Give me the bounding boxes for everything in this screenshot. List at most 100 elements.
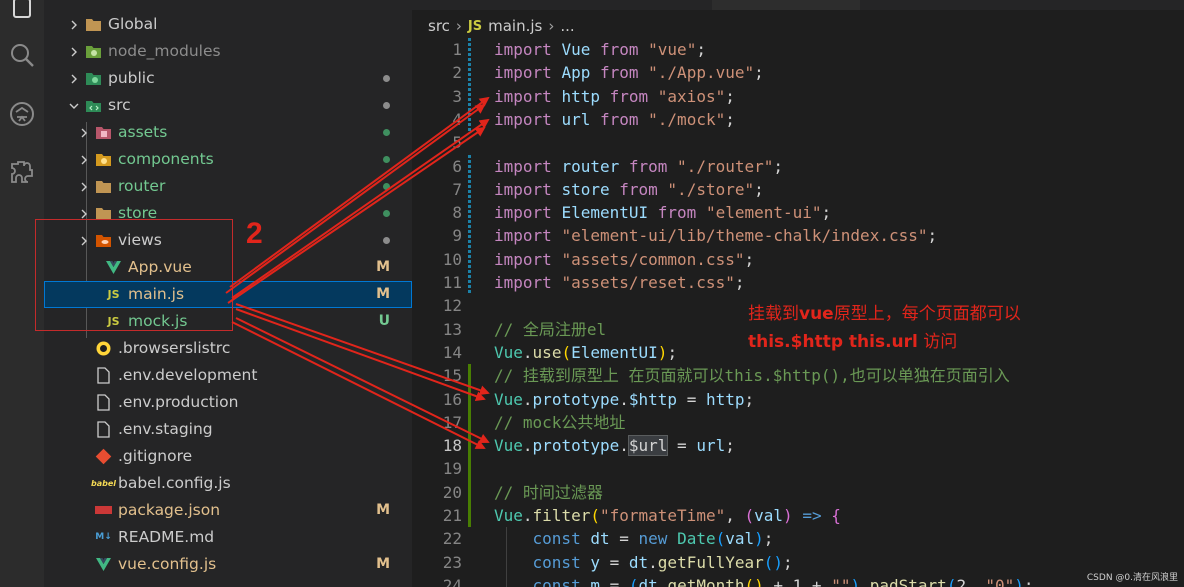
breadcrumb-file[interactable]: main.js bbox=[488, 17, 542, 35]
tree-item[interactable]: node_modules bbox=[44, 38, 412, 65]
tree-item[interactable]: babel babel.config.js bbox=[44, 470, 412, 497]
tree-item[interactable]: router bbox=[44, 173, 412, 200]
code-token: import bbox=[494, 156, 552, 176]
public-folder-icon bbox=[85, 70, 102, 87]
code-line[interactable]: import "element-ui/lib/theme-chalk/index… bbox=[494, 224, 937, 247]
code-line[interactable]: import url from "./mock"; bbox=[494, 108, 735, 131]
added-lines-marker[interactable] bbox=[468, 364, 471, 528]
code-token: = bbox=[667, 436, 697, 456]
code-line[interactable]: const m = (dt.getMonth() + 1 + "").padSt… bbox=[494, 574, 1034, 587]
tree-item-label: .env.production bbox=[118, 393, 239, 411]
browserslist-icon bbox=[95, 340, 112, 357]
chevron-right-icon[interactable] bbox=[76, 173, 92, 200]
code-token: from bbox=[599, 109, 639, 129]
code-line[interactable]: import store from "./store"; bbox=[494, 178, 764, 201]
code-line[interactable]: const dt = new Date(val); bbox=[494, 527, 774, 550]
tree-item[interactable]: vue.config.js M bbox=[44, 551, 412, 578]
code-token: ; bbox=[667, 342, 678, 362]
code-token: . bbox=[522, 389, 533, 409]
chevron-right-icon[interactable] bbox=[66, 65, 82, 92]
code-token: getMonth bbox=[667, 575, 745, 587]
code-token: prototype bbox=[532, 436, 620, 456]
code-line[interactable]: import "assets/common.css"; bbox=[494, 248, 754, 271]
tree-item[interactable]: .gitignore bbox=[44, 443, 412, 470]
code-token: "0" bbox=[985, 575, 1015, 587]
code-token: ElementUI bbox=[561, 203, 649, 223]
code-token: . bbox=[648, 552, 658, 572]
code-token: filter bbox=[532, 506, 591, 525]
tree-item[interactable]: .env.production bbox=[44, 389, 412, 416]
folder-icon bbox=[95, 178, 112, 195]
tree-item-label: src bbox=[108, 96, 131, 114]
git-status-badge: U bbox=[378, 313, 390, 329]
tree-item[interactable]: assets bbox=[44, 119, 412, 146]
line-number: 11 bbox=[442, 273, 462, 292]
tree-item[interactable]: package.json M bbox=[44, 497, 412, 524]
breadcrumb-symbol[interactable]: ... bbox=[560, 17, 574, 35]
explorer-icon[interactable] bbox=[0, 0, 44, 30]
breadcrumb-src[interactable]: src bbox=[428, 17, 450, 35]
tree-item[interactable]: M↓ README.md bbox=[44, 524, 412, 551]
code-line[interactable]: import Vue from "vue"; bbox=[494, 38, 706, 61]
tree-item[interactable]: src bbox=[44, 92, 412, 119]
code-token: url bbox=[696, 436, 726, 456]
md-icon: M↓ bbox=[95, 532, 112, 542]
line-number: 4 bbox=[452, 109, 462, 129]
code-line[interactable]: import "assets/reset.css"; bbox=[494, 271, 744, 294]
editor-pane: src › JS main.js › ... 1 import Vue from … bbox=[412, 0, 1184, 587]
tree-item[interactable]: .env.staging bbox=[44, 416, 412, 443]
source-control-icon[interactable] bbox=[0, 92, 44, 136]
tree-item[interactable]: components bbox=[44, 146, 412, 173]
search-icon[interactable] bbox=[0, 33, 44, 77]
code-line[interactable]: Vue.filter("formateTime", (val) => { bbox=[494, 504, 841, 527]
code-line[interactable]: import ElementUI from "element-ui"; bbox=[494, 201, 831, 224]
code-line[interactable]: // 全局注册el bbox=[494, 318, 606, 341]
tree-item-label: vue.config.js bbox=[118, 555, 217, 573]
tree-item[interactable]: .browserslistrc bbox=[44, 335, 412, 362]
modified-lines-marker[interactable] bbox=[468, 154, 471, 295]
git-status-badge: M bbox=[376, 556, 390, 572]
editor-tab[interactable] bbox=[712, 0, 860, 10]
code-line[interactable]: // mock公共地址 bbox=[494, 411, 625, 434]
code-token: "axios" bbox=[657, 86, 726, 106]
code-line[interactable]: Vue.use(ElementUI); bbox=[494, 341, 677, 364]
code-token: ) bbox=[783, 506, 793, 525]
code-token: $url bbox=[627, 435, 669, 457]
chevron-right-icon[interactable] bbox=[66, 11, 82, 38]
code-line[interactable]: import App from "./App.vue"; bbox=[494, 61, 764, 84]
extensions-icon[interactable] bbox=[0, 150, 44, 194]
annotation-line-2: this.$http this.url 访问 bbox=[748, 332, 958, 352]
chevron-down-icon[interactable] bbox=[66, 92, 82, 119]
code-line[interactable]: // 挂载到原型上 在页面就可以this.$http(),也可以单独在页面引入 bbox=[494, 364, 1010, 387]
chevron-right-icon[interactable] bbox=[76, 146, 92, 173]
code-token: . bbox=[657, 575, 668, 587]
code-token: () bbox=[744, 575, 764, 587]
chevron-right-icon[interactable] bbox=[66, 38, 82, 65]
code-line[interactable]: import router from "./router"; bbox=[494, 155, 783, 178]
code-line[interactable]: import http from "axios"; bbox=[494, 85, 735, 108]
tree-item[interactable]: public bbox=[44, 65, 412, 92]
tree-item[interactable]: .env.development bbox=[44, 362, 412, 389]
chevron-right-icon[interactable] bbox=[76, 119, 92, 146]
modified-lines-marker[interactable] bbox=[468, 38, 471, 132]
code-token: ; bbox=[773, 156, 784, 176]
code-line[interactable]: // 时间过滤器 bbox=[494, 481, 603, 504]
code-token: ) bbox=[657, 342, 668, 362]
code-token: dt bbox=[628, 552, 649, 572]
code-token: import bbox=[494, 109, 552, 129]
code-token: from bbox=[628, 156, 668, 176]
code-token: router bbox=[561, 156, 620, 176]
code-line[interactable]: const y = dt.getFullYear(); bbox=[494, 551, 793, 574]
code-line[interactable]: Vue.prototype.$url = url; bbox=[494, 434, 735, 457]
git-status-dot bbox=[383, 183, 390, 190]
code-token: "formateTime" bbox=[599, 506, 726, 525]
tree-item[interactable]: Global bbox=[44, 11, 412, 38]
code-line[interactable]: Vue.prototype.$http = http; bbox=[494, 388, 754, 411]
